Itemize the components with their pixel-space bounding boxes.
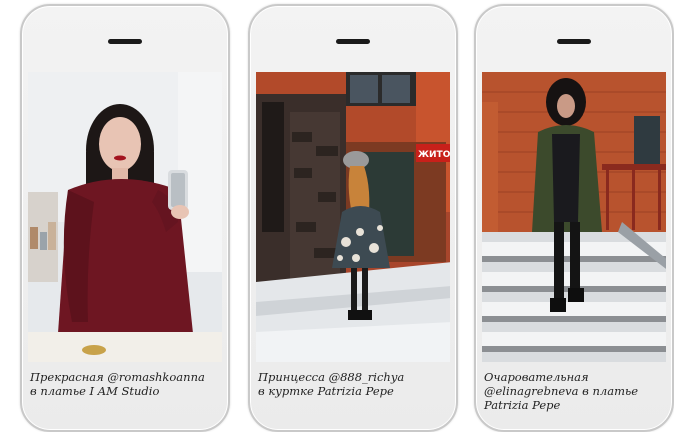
phone-speaker-icon — [557, 39, 591, 44]
caption-line: Прекрасная @romashkoanna — [30, 370, 205, 384]
phone-screen-photo-3[interactable] — [482, 72, 666, 362]
phone-card-1: Прекрасная @romashkoanna в платье I AM S… — [20, 4, 230, 432]
street-photo-image: ЖИТОМ — [256, 72, 450, 362]
caption-line: @elinagrebneva в платье — [484, 384, 639, 398]
caption-line: в куртке Patrizia Pepe — [258, 384, 394, 398]
caption-card-1: Прекрасная @romashkoanna в платье I AM S… — [30, 370, 222, 398]
caption-card-3: Очаровательная @elinagrebneva в платье P… — [484, 370, 666, 412]
caption-line: Очаровательная — [484, 370, 589, 384]
caption-line: Принцесса @888_richya — [258, 370, 405, 384]
phone-screen-photo-2[interactable]: ЖИТОМ — [256, 72, 450, 362]
storefront-sign: ЖИТОМ — [418, 150, 450, 160]
phone-card-2: ЖИТОМ Принцесса @888_richya в куртке Pat… — [248, 4, 458, 432]
steps-photo-image — [482, 72, 666, 362]
selfie-photo-image — [28, 72, 222, 362]
phone-speaker-icon — [336, 39, 370, 44]
caption-line: Patrizia Pepe — [484, 398, 561, 412]
phone-screen-photo-1[interactable] — [28, 72, 222, 362]
phone-speaker-icon — [108, 39, 142, 44]
caption-line: в платье I AM Studio — [30, 384, 160, 398]
phone-card-3: Очаровательная @elinagrebneva в платье P… — [474, 4, 674, 432]
caption-card-2: Принцесса @888_richya в куртке Patrizia … — [258, 370, 450, 398]
